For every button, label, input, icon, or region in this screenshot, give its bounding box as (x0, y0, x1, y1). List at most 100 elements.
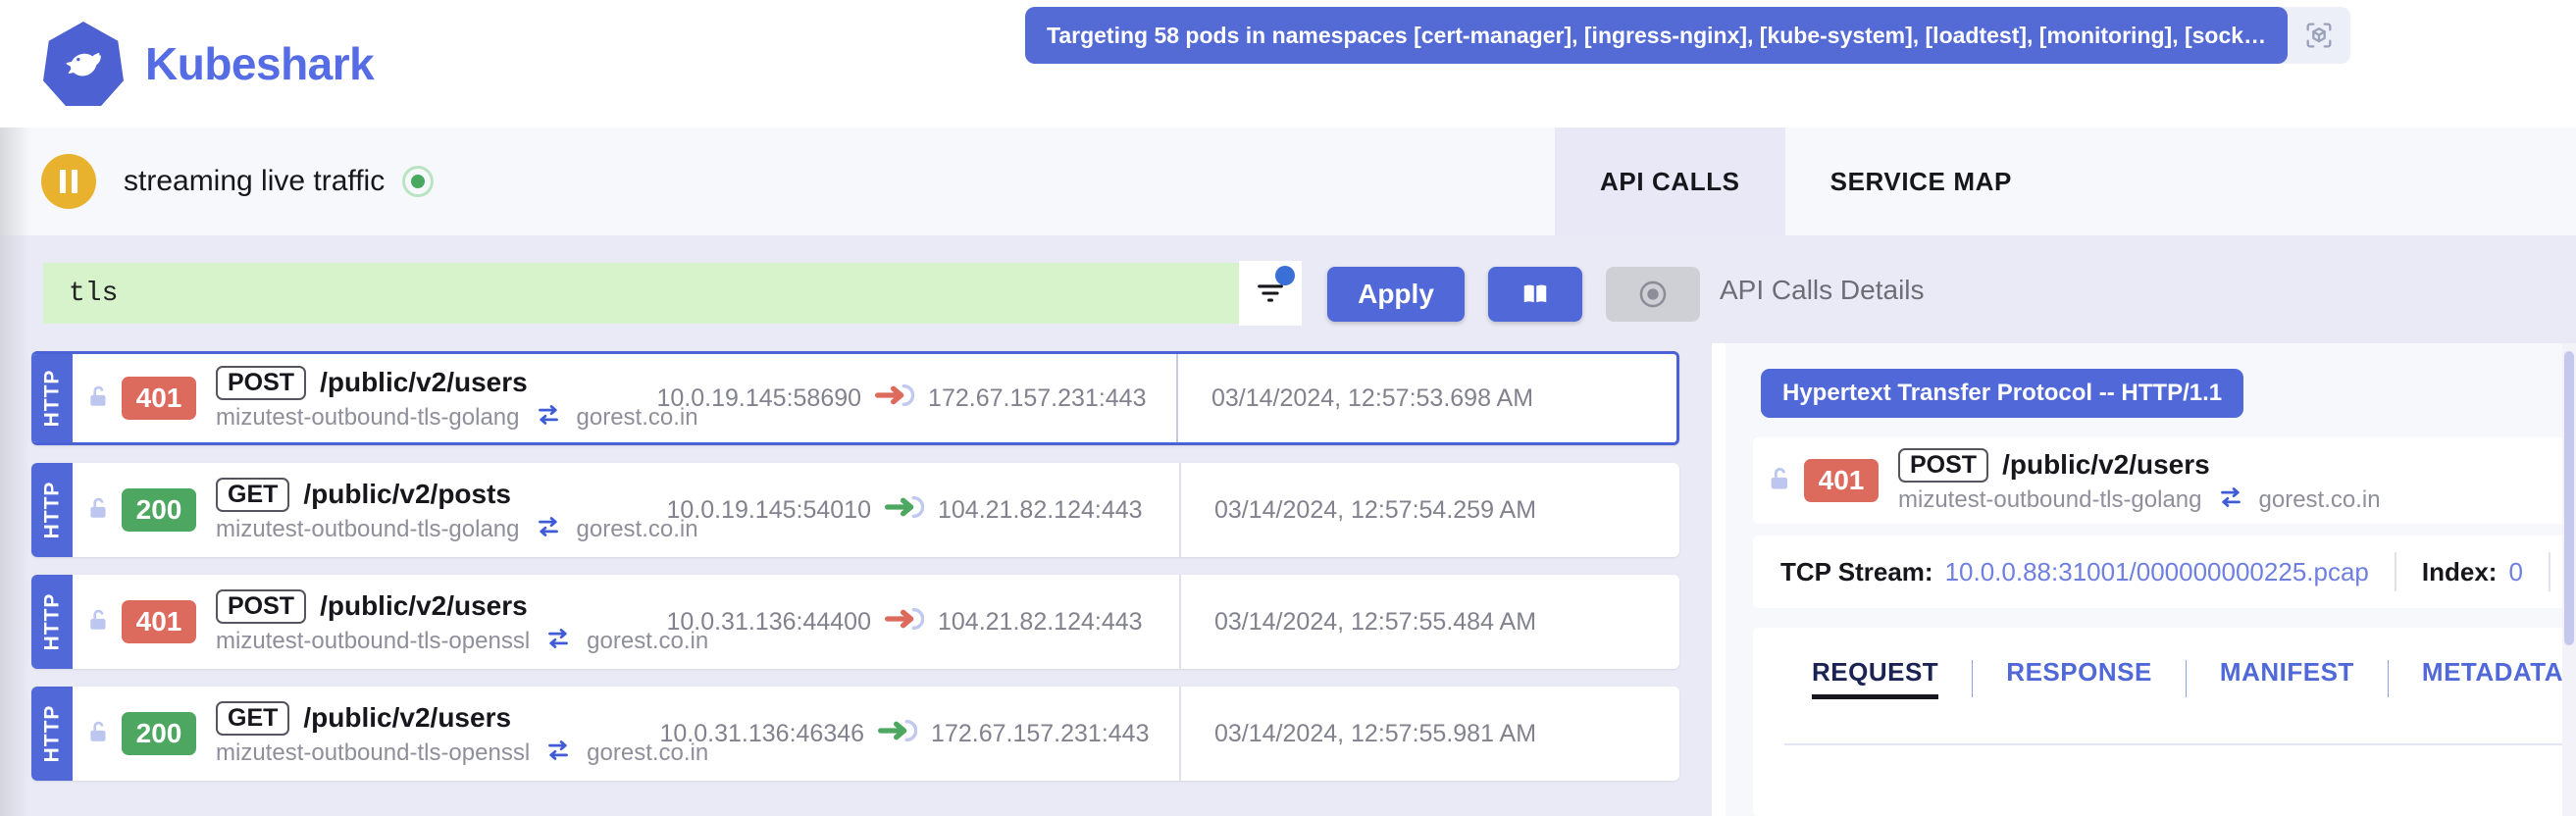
source-address: 10.0.19.145:54010 (666, 495, 871, 524)
address-column: 10.0.19.145:54010 104.21.82.124:443 (630, 463, 1179, 557)
timestamp: 03/14/2024, 12:57:53.698 AM (1176, 354, 1676, 442)
brand-name: Kubeshark (145, 38, 375, 89)
table-row[interactable]: HTTP 200 GET /public/v2/users mizutest-o… (31, 687, 1679, 781)
detail-tab-manifest[interactable]: MANIFEST (2187, 657, 2388, 699)
meta-divider (2548, 552, 2550, 591)
book-icon[interactable] (1488, 267, 1582, 322)
main-tabs: API CALLS SERVICE MAP (1555, 128, 2057, 235)
request-path: /public/v2/posts (303, 479, 512, 509)
status-badge: 401 (122, 600, 196, 643)
destination-service: gorest.co.in (2258, 485, 2381, 513)
detail-tab-response-label: RESPONSE (2006, 657, 2152, 687)
detail-tab-metadata[interactable]: METADATA (2389, 657, 2576, 699)
tcp-stream-label: TCP Stream: (1780, 556, 1933, 586)
protocol-tag: HTTP (31, 575, 73, 669)
detail-tab-manifest-label: MANIFEST (2219, 657, 2354, 687)
status-badge: 401 (1804, 459, 1879, 502)
detail-meta-row: TCP Stream: 10.0.0.88:31001/000000000225… (1753, 536, 2576, 608)
arrow-right-icon (875, 383, 915, 414)
method-chip: GET (216, 700, 290, 736)
request-path: /public/v2/users (320, 367, 528, 397)
protocol-pill: Hypertext Transfer Protocol -- HTTP/1.1 (1761, 369, 2244, 418)
bidirectional-arrows-icon (543, 628, 573, 654)
table-row[interactable]: HTTP 401 POST /public/v2/users mizutest-… (31, 351, 1679, 445)
status-badge: 200 (122, 488, 196, 532)
source-service: mizutest-outbound-tls-openssl (216, 739, 531, 766)
unlock-icon (86, 493, 112, 528)
live-dot-icon (402, 166, 435, 197)
protocol-tag: HTTP (31, 687, 73, 781)
filter-icon[interactable] (1239, 261, 1302, 326)
source-address: 10.0.19.145:58690 (656, 383, 862, 412)
destination-address: 104.21.82.124:443 (938, 607, 1143, 636)
protocol-tag: HTTP (31, 354, 73, 442)
request-path: /public/v2/users (303, 702, 512, 733)
pause-icon-bar-right (72, 170, 77, 193)
table-row[interactable]: HTTP 200 GET /public/v2/posts mizutest-o… (31, 463, 1679, 557)
source-address: 10.0.31.136:44400 (666, 607, 871, 636)
detail-tabs-underline (1784, 743, 2576, 745)
target-banner-wrap: Targeting 58 pods in namespaces [cert-ma… (1025, 7, 2351, 64)
streaming-status-label: streaming live traffic (124, 165, 386, 197)
status-badge: 401 (122, 377, 196, 420)
detail-summary: 401 POST /public/v2/users mizutest-outbo… (1753, 437, 2576, 524)
detail-tab-request[interactable]: REQUEST (1784, 657, 1972, 699)
bidirectional-arrows-icon (2216, 486, 2245, 513)
bidirectional-arrows-icon (543, 740, 573, 766)
source-address: 10.0.31.136:46346 (659, 719, 865, 747)
bidirectional-arrows-icon (534, 516, 563, 542)
table-row[interactable]: HTTP 401 POST /public/v2/users mizutest-… (31, 575, 1679, 669)
method-chip: GET (216, 477, 290, 512)
tab-api-calls[interactable]: API CALLS (1555, 128, 1785, 235)
destination-address: 104.21.82.124:443 (938, 495, 1143, 524)
pause-button[interactable] (41, 154, 96, 209)
unlock-icon (1767, 463, 1794, 499)
source-service: mizutest-outbound-tls-golang (216, 403, 520, 431)
bottom-edge-strip (0, 810, 1712, 816)
request-path: /public/v2/users (2002, 449, 2210, 480)
tcp-stream-value[interactable]: 10.0.0.88:31001/000000000225.pcap (1945, 557, 2369, 587)
apply-button[interactable]: Apply (1327, 267, 1465, 322)
arrow-right-icon (885, 607, 925, 638)
method-chip: POST (216, 588, 307, 624)
unlock-icon (86, 717, 112, 751)
timestamp: 03/14/2024, 12:57:55.484 AM (1179, 575, 1679, 669)
source-service: mizutest-outbound-tls-openssl (216, 627, 531, 654)
entry-detail-panel: Hypertext Transfer Protocol -- HTTP/1.1 … (1726, 343, 2576, 816)
bidirectional-arrows-icon (534, 404, 563, 431)
destination-address: 172.67.157.231:443 (928, 383, 1147, 412)
tab-service-map-label: SERVICE MAP (1829, 166, 2012, 196)
tab-api-calls-label: API CALLS (1600, 166, 1740, 196)
source-service: mizutest-outbound-tls-golang (1898, 485, 2202, 513)
index-value: 0 (2508, 556, 2523, 586)
address-column: 10.0.19.145:58690 172.67.157.231:443 (627, 354, 1176, 442)
unlock-icon (86, 605, 112, 639)
target-banner[interactable]: Targeting 58 pods in namespaces [cert-ma… (1025, 7, 2289, 64)
tab-service-map[interactable]: SERVICE MAP (1785, 128, 2057, 235)
unlock-icon (86, 382, 112, 416)
filter-edge-gradient (0, 235, 29, 343)
left-edge-gradient (0, 128, 31, 235)
request-path: /public/v2/users (320, 590, 528, 621)
cube-scan-icon[interactable] (2288, 7, 2351, 64)
status-badge: 200 (122, 712, 196, 755)
detail-tab-response[interactable]: RESPONSE (1973, 657, 2186, 699)
destination-address: 172.67.157.231:443 (931, 719, 1150, 747)
arrow-right-icon (885, 495, 925, 526)
api-calls-list: HTTP 401 POST /public/v2/users mizutest-… (0, 343, 1712, 816)
list-scrollbar-thumb[interactable] (2564, 351, 2574, 645)
brand[interactable]: Kubeshark (43, 22, 375, 106)
api-calls-details-label: API Calls Details (1720, 275, 1925, 305)
method-chip: POST (216, 365, 307, 400)
app-header: Kubeshark Targeting 58 pods in namespace… (0, 0, 2576, 128)
protocol-tag: HTTP (31, 463, 73, 557)
arrow-right-icon (878, 719, 918, 749)
detail-tabs: REQUEST RESPONSE MANIFEST METADATA (1753, 628, 2576, 816)
detail-tab-request-label: REQUEST (1812, 657, 1939, 687)
record-circle-icon[interactable] (1606, 267, 1700, 322)
list-scrollbar[interactable] (2562, 343, 2576, 816)
source-service: mizutest-outbound-tls-golang (216, 515, 520, 542)
method-chip: POST (1898, 447, 1989, 483)
kubeshark-shark-logo-icon (43, 22, 124, 106)
query-input[interactable] (43, 263, 1266, 324)
